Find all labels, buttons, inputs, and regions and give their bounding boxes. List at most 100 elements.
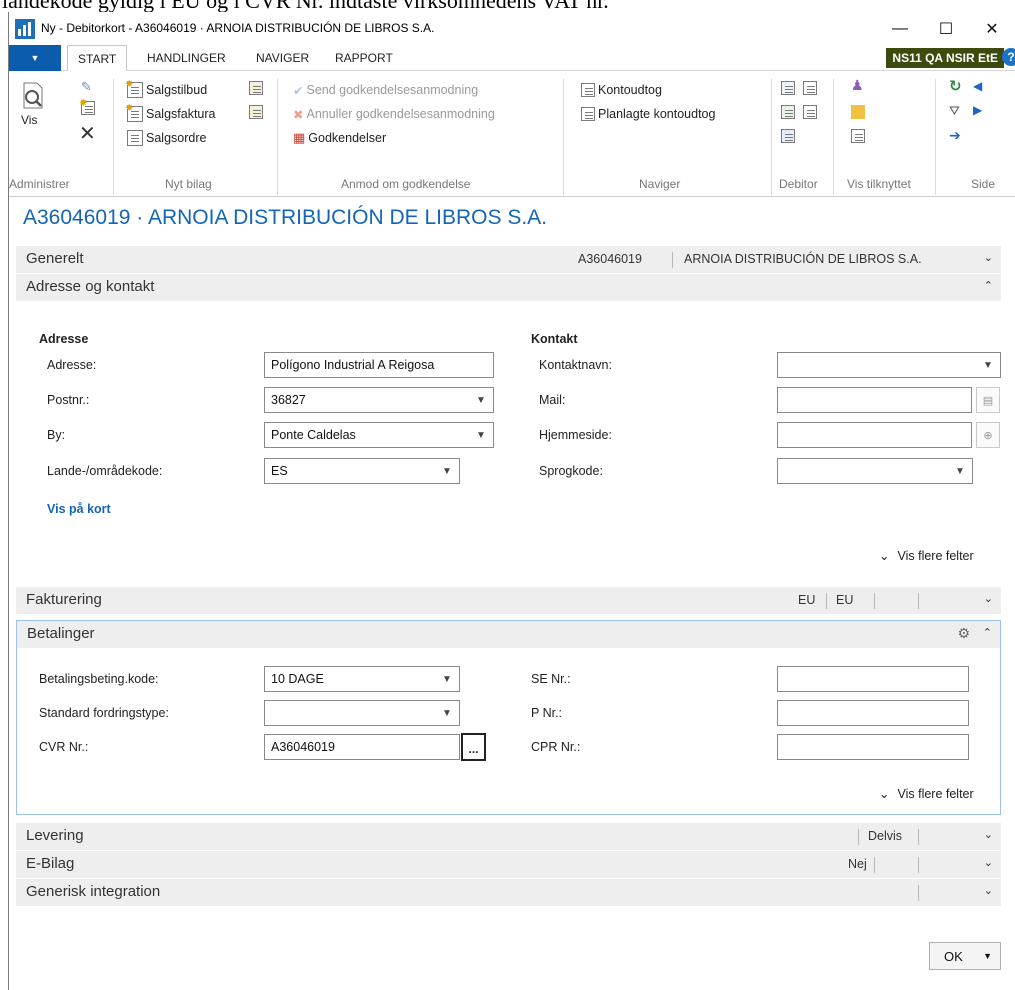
ok-label: OK	[944, 948, 963, 964]
chevron-down-icon[interactable]: ▼	[983, 951, 992, 961]
section-e-bilag[interactable]: E-Bilag Nej ⌄	[16, 851, 1001, 878]
country-code-field[interactable]: ES ▼	[264, 458, 460, 484]
postcode-field[interactable]: 36827 ▼	[264, 387, 494, 413]
previous-icon[interactable]: ◀	[973, 79, 982, 93]
new-doc-icon[interactable]: ✸	[79, 98, 95, 118]
show-more-fields-address[interactable]: ⌄ Vis flere felter	[879, 548, 974, 564]
chevron-down-icon[interactable]: ▼	[475, 395, 487, 406]
chevron-down-icon[interactable]: ▼	[441, 708, 453, 719]
section-levering[interactable]: Levering Delvis ⌄	[16, 823, 1001, 850]
tab-rapport[interactable]: RAPPORT	[325, 45, 403, 71]
fakturering-value-2: EU	[836, 593, 854, 607]
section-generelt[interactable]: Generelt A36046019 ARNOIA DISTRIBUCIÓN D…	[16, 246, 1001, 273]
chevron-down-icon[interactable]: ▼	[982, 360, 994, 371]
tab-naviger[interactable]: NAVIGER	[246, 45, 319, 71]
group-label-vis-tilknyttet: Vis tilknyttet	[847, 177, 911, 191]
salgsordre-label: Salgsordre	[146, 131, 207, 145]
tab-handlinger[interactable]: HANDLINGER	[137, 45, 236, 71]
kontoudtog-label: Kontoudtog	[598, 83, 662, 97]
chevron-down-icon[interactable]: ▼	[475, 430, 487, 441]
salgstilbud-button[interactable]: ✸ Salgstilbud	[125, 79, 207, 101]
notes-icon[interactable]	[851, 105, 865, 119]
customer-comments-icon[interactable]	[803, 105, 817, 122]
contact-name-field[interactable]: ▼	[777, 352, 1001, 378]
cvr-field[interactable]: A36046019	[264, 734, 460, 760]
customer-ledger-icon[interactable]	[781, 81, 795, 98]
globe-icon[interactable]: ⊕	[976, 422, 1000, 448]
godkendelser-button[interactable]: ▦ Godkendelser	[293, 127, 386, 149]
chevron-down-icon[interactable]: ⌄	[984, 592, 993, 605]
doc-extra-icon-1[interactable]	[249, 81, 263, 98]
scheduled-statement-icon	[581, 107, 595, 121]
contact-name-label: Kontaktnavn:	[539, 358, 612, 372]
ok-button[interactable]: OK ▼	[929, 942, 1001, 970]
section-adresse-og-kontakt[interactable]: Adresse og kontakt ⌃	[16, 274, 1001, 301]
company-badge: NS11 QA NSIR EtE	[886, 48, 1004, 68]
kontoudtog-button[interactable]: Kontoudtog	[581, 79, 662, 101]
go-to-icon[interactable]: ➔	[949, 127, 961, 144]
salgsordre-button[interactable]: Salgsordre	[127, 127, 206, 149]
chevron-down-icon[interactable]: ⌄	[984, 828, 993, 841]
chevron-down-icon[interactable]: ⌄	[984, 856, 993, 869]
cancel-approval-button[interactable]: ✖ Annuller godkendelsesanmodning	[293, 103, 495, 125]
chevron-down-icon[interactable]: ▼	[441, 466, 453, 477]
refresh-icon[interactable]: ↻	[949, 77, 962, 95]
salgsfaktura-button[interactable]: ✸ Salgsfaktura	[125, 103, 215, 125]
delete-icon[interactable]: ✕	[79, 121, 96, 146]
edit-icon[interactable]: ✎	[81, 79, 92, 95]
postcode-label: Postnr.:	[47, 393, 90, 407]
payment-terms-field[interactable]: 10 DAGE ▼	[264, 666, 460, 692]
send-approval-icon: ✔	[293, 83, 304, 98]
homepage-field[interactable]	[777, 422, 972, 448]
cvr-assist-button[interactable]: ...	[461, 733, 486, 761]
help-icon[interactable]: ?	[1002, 48, 1015, 66]
chevron-down-icon[interactable]: ▼	[954, 466, 966, 477]
chevron-down-icon[interactable]: ▼	[441, 674, 453, 685]
city-value: Ponte Caldelas	[271, 428, 356, 442]
email-field[interactable]	[777, 387, 972, 413]
chevron-down-icon[interactable]: ⌄	[984, 251, 993, 264]
section-fakturering[interactable]: Fakturering EU EU ⌄	[16, 587, 1001, 614]
customer-stats-icon[interactable]	[803, 81, 817, 98]
country-code-value: ES	[271, 464, 288, 478]
app-menu-button[interactable]: ▼	[9, 45, 61, 71]
customer-dimensions-icon[interactable]	[781, 105, 795, 122]
maximize-button[interactable]: ☐	[923, 12, 969, 45]
chevron-up-icon[interactable]: ⌃	[984, 279, 993, 292]
show-more-fields-payments[interactable]: ⌄ Vis flere felter	[879, 786, 974, 802]
show-on-map-link[interactable]: Vis på kort	[47, 502, 111, 516]
settings-gear-icon[interactable]: ⚙	[957, 625, 970, 642]
section-title: Fakturering	[26, 591, 102, 608]
send-approval-button[interactable]: ✔ Send godkendelsesanmodning	[293, 79, 478, 101]
related-users-icon[interactable]: ♟	[851, 77, 864, 94]
tab-start[interactable]: START	[67, 45, 128, 72]
language-code-field[interactable]: ▼	[777, 458, 973, 484]
planlagte-kontoudtog-button[interactable]: Planlagte kontoudtog	[581, 103, 715, 125]
se-field[interactable]	[777, 666, 969, 692]
divider	[826, 593, 827, 609]
receivable-type-field[interactable]: ▼	[264, 700, 460, 726]
clear-filter-icon[interactable]: ⛛	[949, 103, 960, 119]
close-button[interactable]: ✕	[969, 12, 1015, 45]
vis-button[interactable]: Vis	[19, 81, 49, 131]
city-field[interactable]: Ponte Caldelas ▼	[264, 422, 494, 448]
homepage-label: Hjemmeside:	[539, 428, 612, 442]
group-label-debitor: Debitor	[779, 177, 818, 191]
chevron-down-icon[interactable]: ⌄	[984, 884, 993, 897]
ebilag-value: Nej	[848, 857, 867, 871]
minimize-button[interactable]: —	[877, 12, 923, 45]
chevron-up-icon[interactable]: ⌃	[983, 626, 992, 639]
cpr-field[interactable]	[777, 734, 969, 760]
p-field[interactable]	[777, 700, 969, 726]
country-code-label: Lande-/områdekode:	[47, 464, 163, 478]
address-field[interactable]: Polígono Industrial A Reigosa	[264, 352, 494, 378]
levering-value: Delvis	[868, 829, 903, 843]
section-betalinger[interactable]: Betalinger ⚙ ⌃	[17, 621, 1000, 648]
customer-bank-icon[interactable]	[781, 129, 795, 146]
links-icon[interactable]	[851, 129, 865, 146]
next-icon[interactable]: ▶	[973, 103, 982, 117]
doc-extra-icon-2[interactable]	[249, 105, 263, 122]
section-generisk-integration[interactable]: Generisk integration ⌄	[16, 879, 1001, 906]
send-email-icon[interactable]: ▤	[976, 387, 1000, 413]
fakturering-value-1: EU	[798, 593, 816, 607]
